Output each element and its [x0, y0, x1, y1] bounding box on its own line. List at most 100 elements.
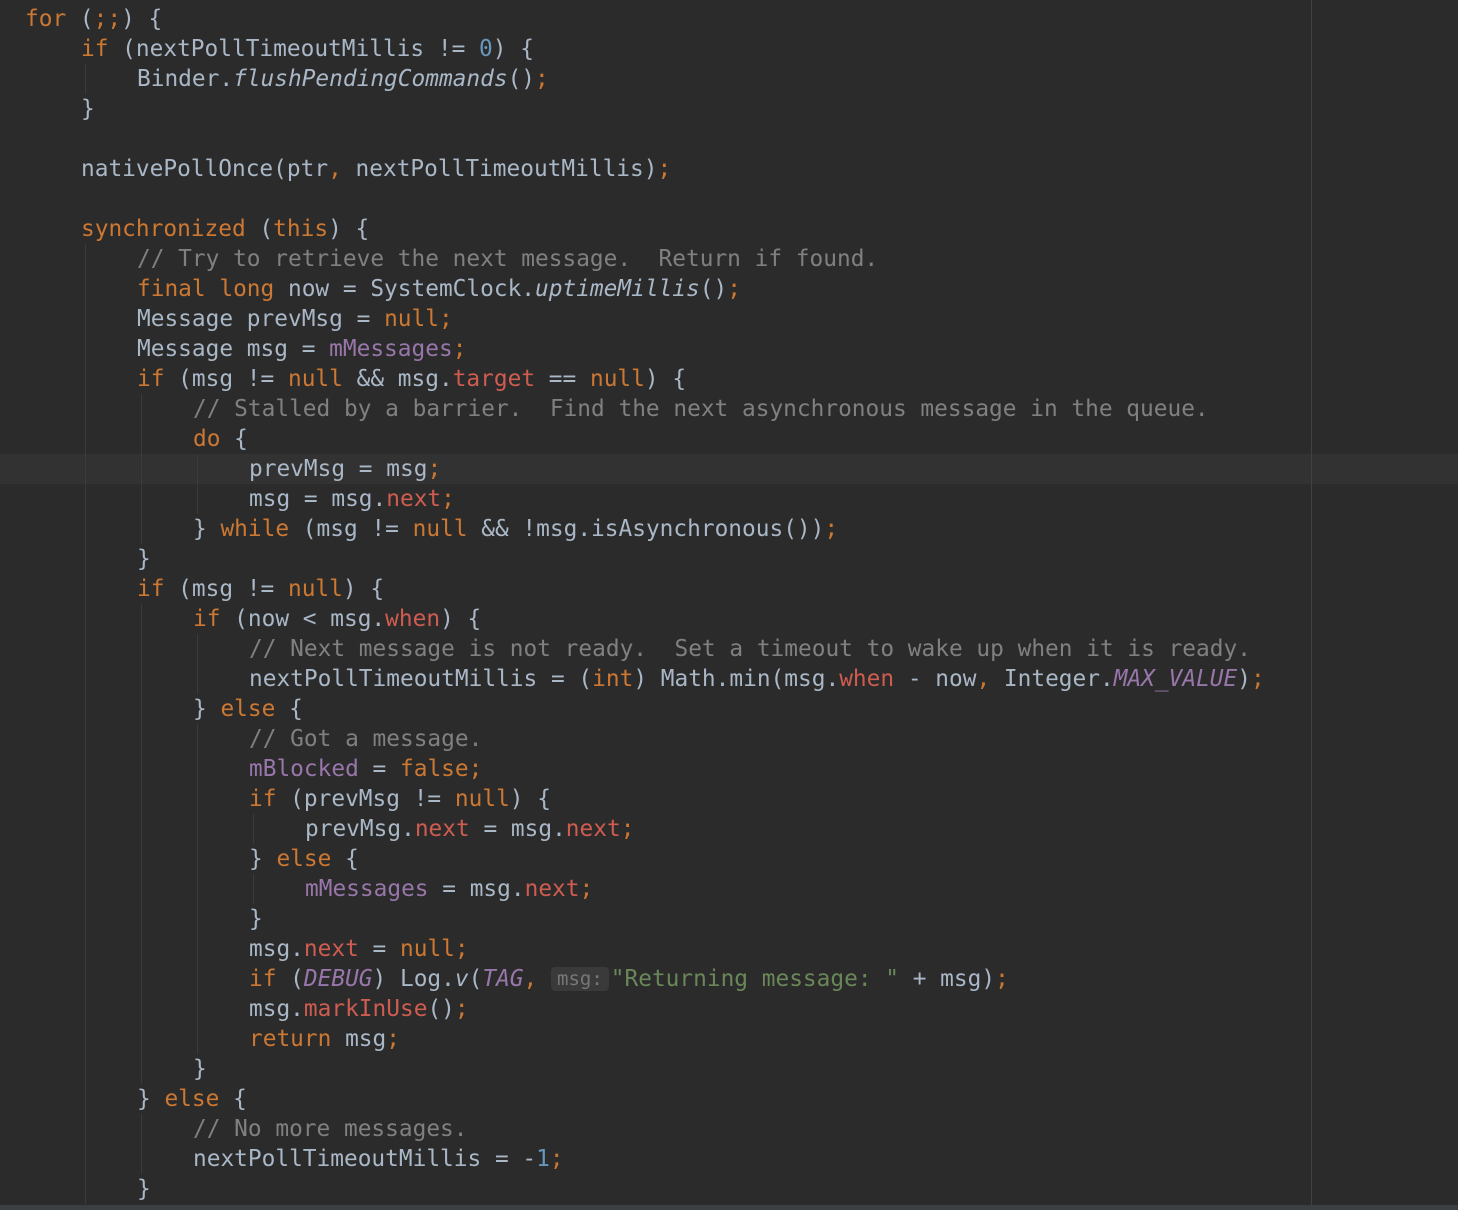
indent-guide — [141, 484, 142, 514]
code-text: msg = msg.next; — [249, 484, 455, 514]
code-text: } — [249, 904, 263, 934]
indent-guide — [141, 394, 142, 424]
code-token: MAX_VALUE — [1113, 666, 1238, 692]
indent-guide — [141, 664, 142, 694]
indent-guide — [141, 814, 142, 844]
indent-guide — [85, 1054, 86, 1084]
code-token: () — [699, 276, 728, 302]
code-token: ; — [452, 336, 467, 362]
code-text: for (;;) { — [25, 4, 162, 34]
code-token: if — [249, 786, 277, 812]
code-token: ) Math.min(msg. — [633, 666, 840, 692]
indent-guide — [197, 874, 198, 904]
code-token: ; — [549, 1146, 564, 1172]
code-token: ) { — [492, 36, 534, 62]
code-text: Message prevMsg = null; — [137, 304, 453, 334]
code-token: } — [137, 1176, 151, 1202]
code-text: if (now < msg.when) { — [193, 604, 481, 634]
indent-guide — [141, 604, 142, 634]
indent-guide — [197, 994, 198, 1024]
code-token: if — [81, 36, 109, 62]
code-token: final long — [137, 276, 275, 302]
code-text: if (prevMsg != null) { — [249, 784, 551, 814]
code-token: , — [976, 666, 991, 692]
indent-guide — [253, 814, 254, 844]
code-token: ( — [66, 6, 94, 32]
code-text: } — [137, 544, 151, 574]
code-token: () — [427, 996, 455, 1022]
code-token: ; — [454, 996, 469, 1022]
code-token: ; — [441, 486, 455, 512]
code-token: ) { — [121, 6, 163, 32]
code-token: ) { — [509, 786, 551, 812]
code-token: Integer. — [990, 666, 1114, 692]
code-token: else — [164, 1086, 220, 1112]
code-token: () — [507, 66, 536, 92]
code-token: now = SystemClock. — [274, 276, 536, 302]
indent-guide — [85, 1084, 86, 1114]
indent-guide — [85, 994, 86, 1024]
code-token: int — [592, 666, 634, 692]
code-text: nextPollTimeoutMillis = -1; — [193, 1144, 564, 1174]
code-token: while — [220, 516, 290, 542]
code-token: if — [193, 606, 221, 632]
code-token: for — [25, 6, 67, 32]
code-token: ( — [468, 966, 483, 992]
indent-guide — [85, 334, 86, 364]
code-token: ; — [579, 876, 594, 902]
code-token: (nextPollTimeoutMillis != — [108, 36, 480, 62]
code-token: v — [454, 966, 469, 992]
indent-guide — [85, 1144, 86, 1174]
code-token: } — [81, 96, 95, 122]
code-token: && !msg.isAsynchronous()) — [467, 516, 825, 542]
indent-guide — [197, 814, 198, 844]
code-token: // Stalled by a barrier. Find the next a… — [193, 396, 1209, 422]
code-token: ) Log. — [372, 966, 455, 992]
code-token: TAG — [482, 966, 524, 992]
code-token: nativePollOnce(ptr — [81, 156, 329, 182]
code-token: null — [589, 366, 645, 392]
indent-guide — [85, 664, 86, 694]
code-token: null — [412, 516, 468, 542]
indent-guide — [141, 454, 142, 484]
indent-guide — [197, 784, 198, 814]
code-text: msg.markInUse(); — [249, 994, 469, 1024]
code-text: Binder.flushPendingCommands(); — [137, 64, 549, 94]
code-text: Message msg = mMessages; — [137, 334, 466, 364]
code-token: prevMsg = msg — [249, 456, 428, 482]
code-token: ) { — [644, 366, 687, 392]
indent-guide — [197, 844, 198, 874]
code-text: // Next message is not ready. Set a time… — [249, 634, 1251, 664]
code-text: } — [81, 94, 95, 124]
code-token: msg. — [249, 936, 304, 962]
code-token: msg. — [249, 996, 304, 1022]
code-token: ; — [535, 66, 549, 92]
code-token: } — [249, 846, 277, 872]
indent-guide — [85, 424, 86, 454]
code-text: } — [137, 1174, 151, 1204]
code-text: return msg; — [249, 1024, 400, 1054]
code-token: } — [137, 546, 151, 572]
indent-guide — [197, 904, 198, 934]
indent-guide — [141, 1114, 142, 1144]
indent-guide — [197, 634, 198, 664]
code-text: // Try to retrieve the next message. Ret… — [137, 244, 878, 274]
right-margin-guide — [1311, 0, 1312, 1210]
indent-guide — [141, 1024, 142, 1054]
indent-guide — [85, 964, 86, 994]
code-token: } — [193, 1056, 207, 1082]
code-text: // Stalled by a barrier. Find the next a… — [193, 394, 1209, 424]
code-text: final long now = SystemClock.uptimeMilli… — [137, 274, 741, 304]
code-token: // No more messages. — [193, 1116, 468, 1142]
code-token: msg — [331, 1026, 387, 1052]
code-token: nextPollTimeoutMillis) — [341, 156, 658, 182]
code-token: if — [137, 366, 165, 392]
code-editor[interactable]: for (;;) {if (nextPollTimeoutMillis != 0… — [0, 0, 1458, 1210]
code-token: ; — [657, 156, 672, 182]
code-text: msg.next = null; — [249, 934, 469, 964]
indent-guide — [85, 1024, 86, 1054]
code-text: } — [193, 1054, 207, 1084]
parameter-hint: msg: — [551, 967, 609, 991]
indent-guide — [197, 964, 198, 994]
code-token: msg = msg. — [249, 486, 387, 512]
